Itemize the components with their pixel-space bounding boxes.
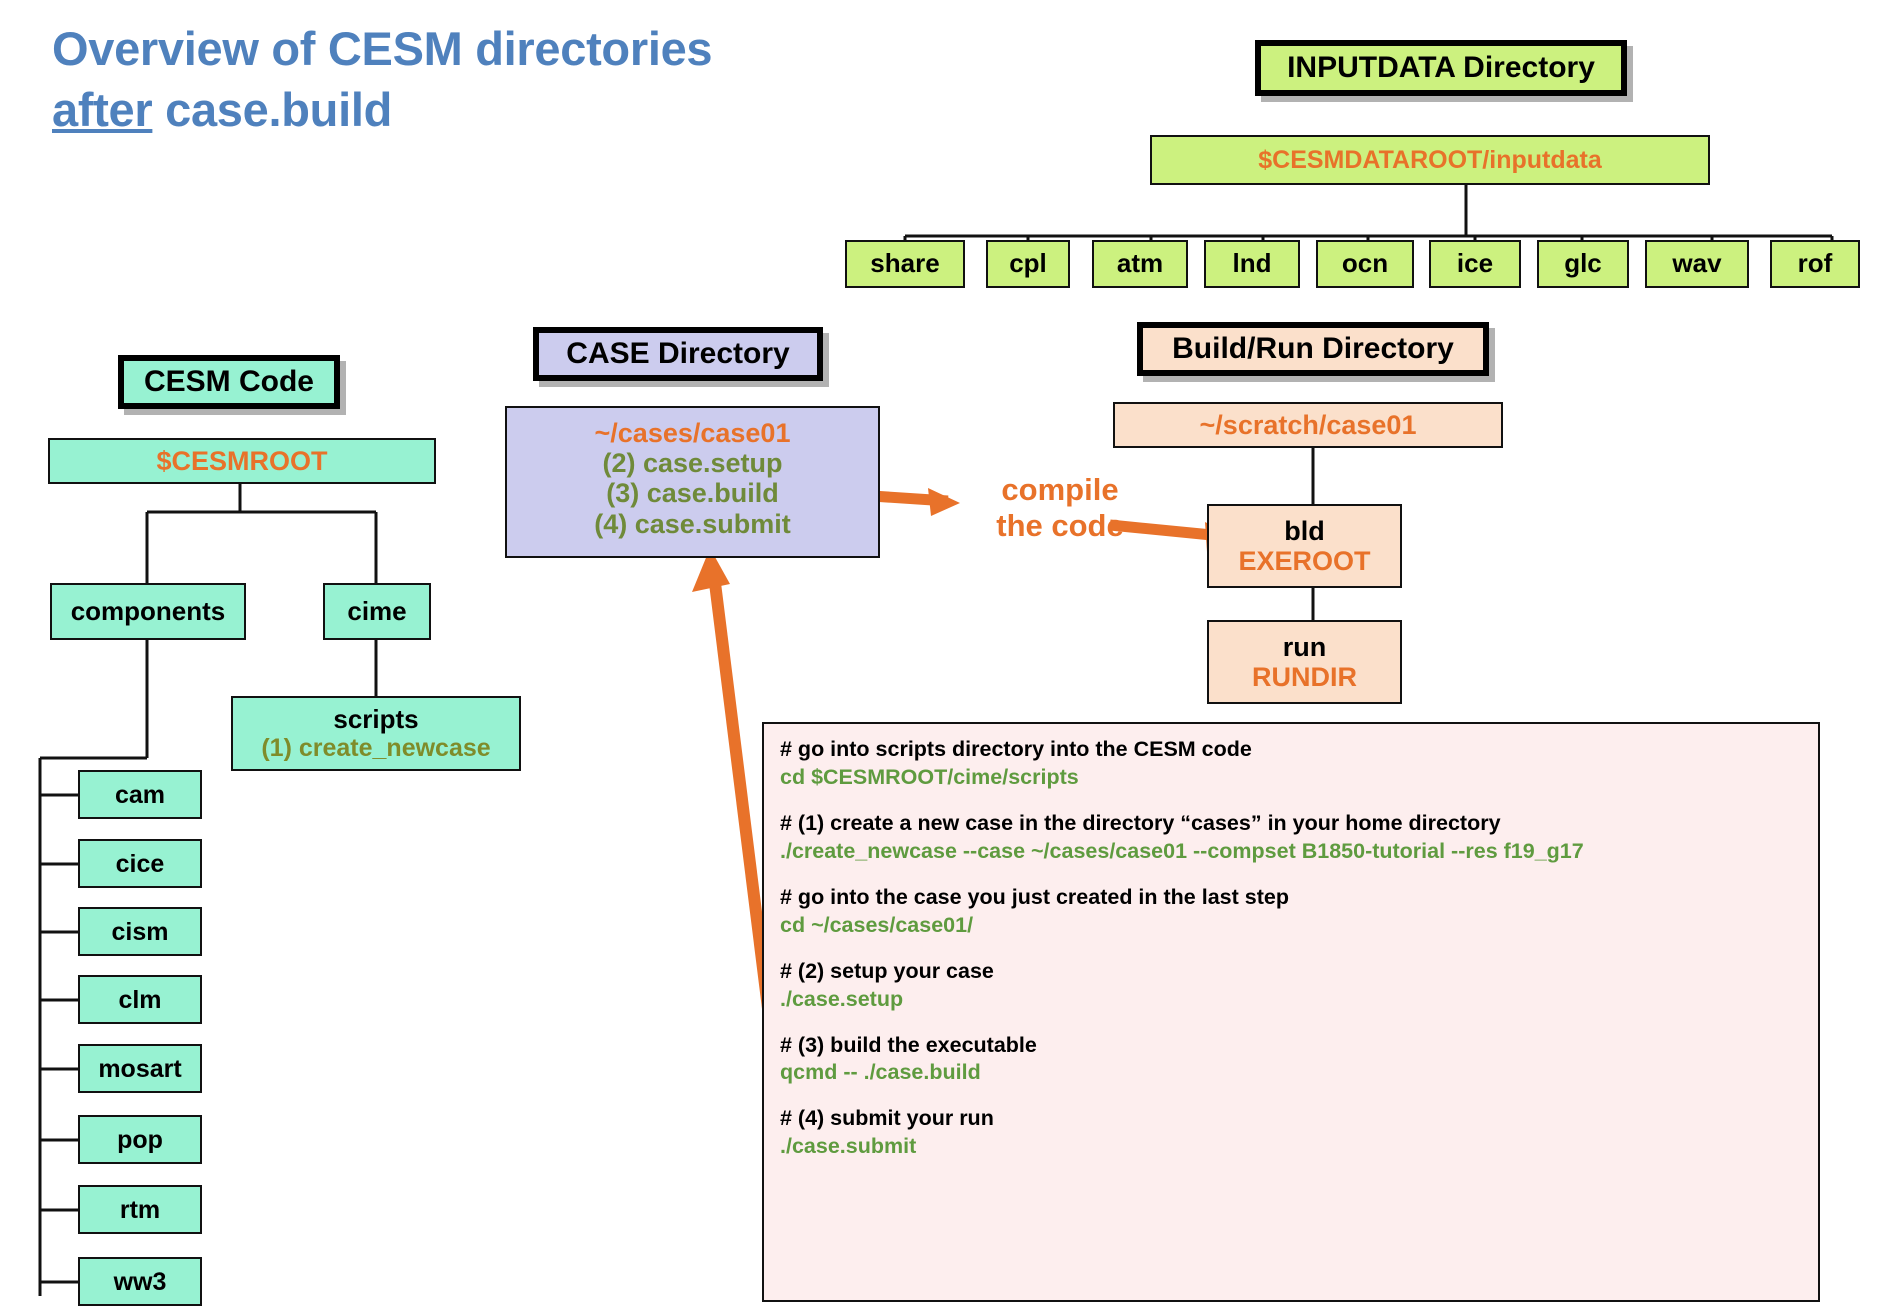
run-box[interactable]: run RUNDIR	[1207, 620, 1402, 704]
rundir-label: RUNDIR	[1252, 662, 1357, 692]
scratch-path-label: ~/scratch/case01	[1199, 409, 1417, 440]
compile-annotation-line2: the code	[996, 507, 1124, 543]
inputdata-child-label: lnd	[1232, 248, 1272, 279]
inputdata-root-label: $CESMDATAROOT/inputdata	[1258, 146, 1602, 174]
build-run-header-label: Build/Run Directory	[1172, 332, 1454, 366]
code-command-line: cd ~/cases/case01/	[780, 912, 974, 937]
inputdata-child-wav[interactable]: wav	[1645, 240, 1749, 288]
page-title: Overview of CESM directories after case.…	[52, 18, 1012, 140]
case-directory-header: CASE Directory	[533, 327, 823, 381]
component-label: cice	[115, 849, 165, 878]
component-label: pop	[117, 1125, 163, 1154]
compile-annotation: compile the code	[960, 472, 1160, 544]
cesmroot-box[interactable]: $CESMROOT	[48, 438, 436, 484]
inputdata-child-share[interactable]: share	[845, 240, 965, 288]
code-command-line: ./create_newcase --case ~/cases/case01 -…	[780, 838, 1584, 863]
cesmroot-label: $CESMROOT	[156, 445, 328, 476]
code-comment-line: # (3) build the executable	[780, 1032, 1037, 1057]
component-label: clm	[118, 985, 162, 1014]
case-directory-header-label: CASE Directory	[566, 337, 790, 371]
inputdata-child-label: atm	[1116, 248, 1164, 279]
component-label: mosart	[98, 1054, 182, 1083]
component-box-cism[interactable]: cism	[78, 907, 202, 956]
code-comment-line: # (4) submit your run	[780, 1106, 994, 1131]
component-label: rtm	[119, 1195, 161, 1224]
scripts-box[interactable]: scripts (1) create_newcase	[231, 696, 521, 771]
inputdata-child-label: share	[870, 248, 940, 279]
title-case-build: case.build	[152, 83, 392, 137]
cesm-code-header: CESM Code	[118, 355, 340, 409]
inputdata-child-label: ocn	[1341, 248, 1389, 279]
code-comment-line: # (1) create a new case in the directory…	[780, 810, 1501, 835]
component-box-mosart[interactable]: mosart	[78, 1044, 202, 1093]
inputdata-child-label: cpl	[1009, 248, 1047, 279]
title-line-1: Overview of CESM directories	[52, 22, 713, 75]
inputdata-child-label: glc	[1564, 248, 1602, 279]
cime-label: cime	[347, 595, 407, 626]
scripts-label: scripts	[333, 703, 419, 734]
cime-box[interactable]: cime	[323, 583, 431, 640]
inputdata-child-atm[interactable]: atm	[1092, 240, 1188, 288]
cesm-code-header-label: CESM Code	[143, 365, 314, 399]
component-label: ww3	[113, 1267, 167, 1296]
inputdata-child-lnd[interactable]: lnd	[1204, 240, 1300, 288]
component-box-cice[interactable]: cice	[78, 839, 202, 888]
compile-annotation-line1: compile	[1001, 472, 1119, 507]
code-command-line: ./case.submit	[780, 1134, 917, 1159]
build-run-directory-header: Build/Run Directory	[1137, 322, 1489, 376]
component-box-cam[interactable]: cam	[78, 770, 202, 819]
component-box-rtm[interactable]: rtm	[78, 1185, 202, 1234]
code-command-line: cd $CESMROOT/cime/scripts	[780, 764, 1079, 789]
inputdata-child-rof[interactable]: rof	[1770, 240, 1860, 288]
code-lines: # go into scripts directory into the CES…	[780, 736, 1818, 1161]
inputdata-child-glc[interactable]: glc	[1537, 240, 1629, 288]
inputdata-header-label: INPUTDATA Directory	[1287, 51, 1595, 85]
bld-label: bld	[1284, 515, 1325, 546]
component-box-pop[interactable]: pop	[78, 1115, 202, 1164]
case-step-build: (3) case.build	[606, 478, 779, 509]
inputdata-child-label: rof	[1797, 248, 1833, 279]
diagram-canvas: Overview of CESM directories after case.…	[0, 0, 1885, 1314]
scratch-path-box[interactable]: ~/scratch/case01	[1113, 402, 1503, 448]
inputdata-child-label: wav	[1672, 248, 1722, 279]
code-comment-line: # go into the case you just created in t…	[780, 884, 1289, 909]
scripts-create-newcase-label: (1) create_newcase	[261, 734, 491, 763]
case-step-setup: (2) case.setup	[602, 448, 783, 479]
inputdata-child-ice[interactable]: ice	[1429, 240, 1521, 288]
component-box-clm[interactable]: clm	[78, 975, 202, 1024]
code-block-panel: # go into scripts directory into the CES…	[762, 722, 1820, 1302]
case-step-submit: (4) case.submit	[594, 508, 791, 539]
inputdata-child-label: ice	[1456, 248, 1494, 279]
bld-box[interactable]: bld EXEROOT	[1207, 504, 1402, 588]
run-label: run	[1282, 631, 1327, 662]
code-command-line: qcmd -- ./case.build	[780, 1060, 981, 1085]
inputdata-root-box[interactable]: $CESMDATAROOT/inputdata	[1150, 135, 1710, 185]
case-path-label: ~/cases/case01	[594, 418, 791, 448]
exeroot-label: EXEROOT	[1238, 546, 1371, 576]
component-label: cam	[114, 780, 166, 809]
inputdata-child-ocn[interactable]: ocn	[1316, 240, 1414, 288]
inputdata-child-cpl[interactable]: cpl	[986, 240, 1070, 288]
component-box-ww3[interactable]: ww3	[78, 1257, 202, 1306]
components-label: components	[70, 595, 226, 626]
code-comment-line: # (2) setup your case	[780, 958, 994, 983]
code-comment-line: # go into scripts directory into the CES…	[780, 737, 1252, 761]
component-label: cism	[111, 917, 169, 946]
title-after-word: after	[52, 83, 153, 137]
arrow-ellipse-to-compile	[871, 488, 960, 516]
title-line-2: after case.build	[52, 79, 1012, 140]
components-box[interactable]: components	[50, 583, 246, 640]
inputdata-header: INPUTDATA Directory	[1255, 40, 1627, 96]
code-command-line: ./case.setup	[780, 986, 904, 1011]
case-directory-box[interactable]: ~/cases/case01 (2) case.setup (3) case.b…	[505, 406, 880, 558]
